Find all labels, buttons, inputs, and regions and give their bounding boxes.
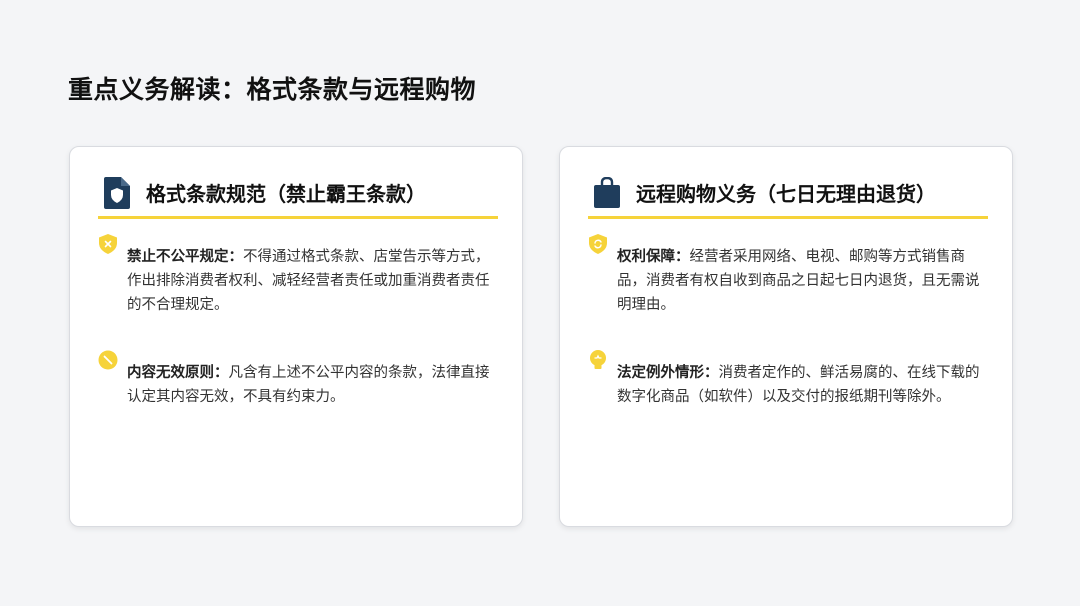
card-header: 远程购物义务（七日无理由退货）: [588, 175, 988, 219]
list-item: 权利保障：经营者采用网络、电视、邮购等方式销售商品，消费者有权自收到商品之日起七…: [588, 234, 988, 317]
list-item: 内容无效原则：凡含有上述不公平内容的条款，法律直接认定其内容无效，不具有约束力。: [98, 350, 498, 409]
shield-document-icon: [102, 176, 132, 209]
item-label: 权利保障：: [617, 249, 690, 265]
shopping-bag-icon: [592, 176, 622, 209]
ban-icon: [98, 349, 118, 371]
item-label: 法定例外情形：: [617, 365, 719, 381]
page-title: 重点义务解读：格式条款与远程购物: [68, 75, 477, 104]
card-format-terms: 格式条款规范（禁止霸王条款） 禁止不公平规定：不得通过格式条款、店堂告示等方式，…: [69, 146, 523, 527]
item-label: 内容无效原则：: [127, 365, 229, 381]
shield-refresh-icon: [588, 233, 608, 255]
list-item: 禁止不公平规定：不得通过格式条款、店堂告示等方式，作出排除消费者权利、减轻经营者…: [98, 234, 498, 317]
card-remote-shopping: 远程购物义务（七日无理由退货） 权利保障：经营者采用网络、电视、邮购等方式销售商…: [559, 146, 1013, 527]
list-item: 法定例外情形：消费者定作的、鲜活易腐的、在线下载的数字化商品（如软件）以及交付的…: [588, 350, 988, 409]
card-header: 格式条款规范（禁止霸王条款）: [98, 175, 498, 219]
item-label: 禁止不公平规定：: [127, 249, 243, 265]
card-title: 远程购物义务（七日无理由退货）: [636, 182, 936, 206]
lightbulb-icon: [588, 349, 608, 371]
shield-x-icon: [98, 233, 118, 255]
card-title: 格式条款规范（禁止霸王条款）: [146, 182, 426, 206]
